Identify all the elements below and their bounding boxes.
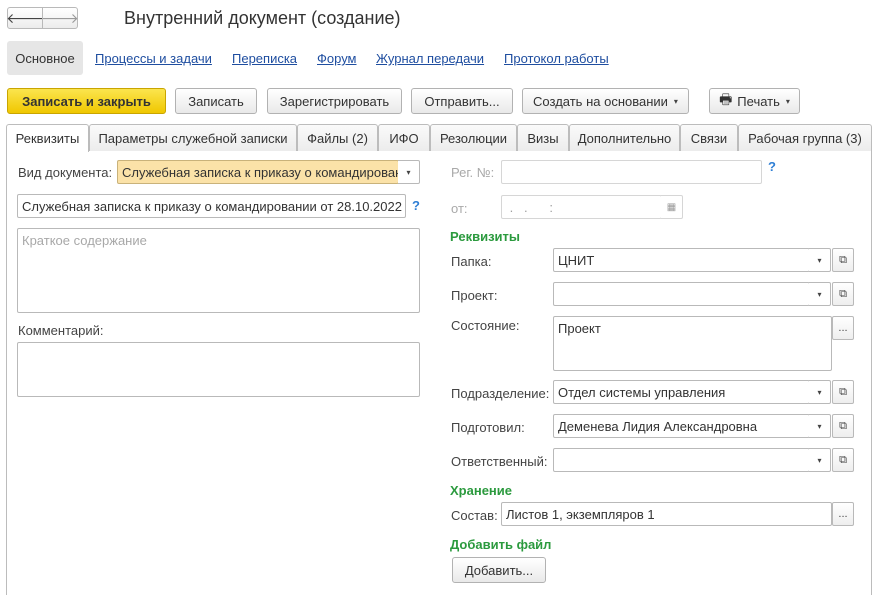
ellipsis-icon: ... xyxy=(838,508,848,520)
summary-placeholder: Краткое содержание xyxy=(22,233,147,248)
add-file-title: Добавить файл xyxy=(450,537,552,552)
requisites-title: Реквизиты xyxy=(450,229,520,244)
prepared-by-open-button[interactable]: ⧉ xyxy=(832,414,854,438)
section-processes[interactable]: Процессы и задачи xyxy=(95,51,212,66)
chevron-down-icon: ▾ xyxy=(817,255,822,265)
section-correspondence[interactable]: Переписка xyxy=(232,51,297,66)
comment-label: Комментарий: xyxy=(18,323,104,338)
doc-name-field[interactable]: Служебная записка к приказу о командиров… xyxy=(17,194,406,218)
chevron-down-icon: ▾ xyxy=(817,289,822,299)
tab-visas[interactable]: Визы xyxy=(517,124,569,151)
tab-resolutions[interactable]: Резолюции xyxy=(430,124,517,151)
state-field[interactable]: Проект xyxy=(553,316,832,371)
reg-number-label: Рег. №: xyxy=(451,165,495,180)
tab-memo-params[interactable]: Параметры служебной записки xyxy=(89,124,297,151)
folder-field[interactable]: ЦНИТ xyxy=(553,248,810,272)
doc-type-field[interactable]: Служебная записка к приказу о командиров… xyxy=(117,160,399,184)
open-icon: ⧉ xyxy=(839,287,847,300)
chevron-down-icon: ▾ xyxy=(817,421,822,431)
register-button[interactable]: Зарегистрировать xyxy=(267,88,402,114)
print-button[interactable]: 🖶 Печать ▾ xyxy=(709,88,800,114)
department-open-button[interactable]: ⧉ xyxy=(832,380,854,404)
comment-textarea[interactable] xyxy=(17,342,420,397)
state-label: Состояние: xyxy=(451,318,520,333)
tab-links[interactable]: Связи xyxy=(680,124,738,151)
create-based-on-button[interactable]: Создать на основании ▾ xyxy=(522,88,689,114)
arrow-right-icon: 🡒 xyxy=(41,9,79,26)
responsible-label: Ответственный: xyxy=(451,454,548,469)
doc-type-label: Вид документа: xyxy=(18,165,113,180)
project-open-button[interactable]: ⧉ xyxy=(832,282,854,306)
tab-requisites[interactable]: Реквизиты xyxy=(6,124,89,152)
help-icon[interactable]: ? xyxy=(768,159,776,174)
save-and-close-button[interactable]: Записать и закрыть xyxy=(7,88,166,114)
page-title: Внутренний документ (создание) xyxy=(124,8,401,28)
composition-select-button[interactable]: ... xyxy=(832,502,854,526)
tab-files[interactable]: Файлы (2) xyxy=(297,124,378,151)
folder-open-button[interactable]: ⧉ xyxy=(832,248,854,272)
create-based-on-label: Создать на основании xyxy=(533,93,668,109)
chevron-down-icon: ▾ xyxy=(673,96,678,106)
project-label: Проект: xyxy=(451,288,498,303)
section-transfer-log[interactable]: Журнал передачи xyxy=(376,51,484,66)
open-icon: ⧉ xyxy=(839,385,847,398)
section-main[interactable]: Основное xyxy=(7,41,83,75)
tab-ifo[interactable]: ИФО xyxy=(378,124,430,151)
save-button[interactable]: Записать xyxy=(175,88,257,114)
help-icon[interactable]: ? xyxy=(412,198,420,213)
storage-title: Хранение xyxy=(450,483,512,498)
prepared-by-dropdown[interactable]: ▾ xyxy=(809,414,831,438)
composition-label: Состав: xyxy=(451,508,498,523)
print-label: Печать xyxy=(737,93,780,109)
calendar-button[interactable]: ▦ xyxy=(661,195,683,219)
responsible-field[interactable] xyxy=(553,448,810,472)
chevron-down-icon: ▾ xyxy=(406,167,411,177)
forward-button[interactable]: 🡒 xyxy=(41,7,79,29)
summary-textarea[interactable]: Краткое содержание xyxy=(17,228,420,313)
ellipsis-icon: ... xyxy=(838,322,848,334)
open-icon: ⧉ xyxy=(839,453,847,466)
date-field[interactable]: . . : xyxy=(501,195,662,219)
prepared-by-label: Подготовил: xyxy=(451,420,525,435)
department-dropdown[interactable]: ▾ xyxy=(809,380,831,404)
project-field[interactable] xyxy=(553,282,810,306)
open-icon: ⧉ xyxy=(839,253,847,266)
tab-additional[interactable]: Дополнительно xyxy=(569,124,680,151)
arrow-left-icon: 🡐 xyxy=(6,9,44,26)
reg-number-field[interactable] xyxy=(501,160,762,184)
doc-type-dropdown[interactable]: ▾ xyxy=(398,160,420,184)
state-select-button[interactable]: ... xyxy=(832,316,854,340)
tab-workgroup[interactable]: Рабочая группа (3) xyxy=(738,124,872,151)
back-button[interactable]: 🡐 xyxy=(6,7,44,29)
department-field[interactable]: Отдел системы управления xyxy=(553,380,810,404)
chevron-down-icon: ▾ xyxy=(817,387,822,397)
add-file-button[interactable]: Добавить... xyxy=(452,557,546,583)
calendar-icon: ▦ xyxy=(666,201,677,213)
folder-label: Папка: xyxy=(451,254,492,269)
section-forum[interactable]: Форум xyxy=(317,51,357,66)
folder-dropdown[interactable]: ▾ xyxy=(809,248,831,272)
composition-field[interactable]: Листов 1, экземпляров 1 xyxy=(501,502,832,526)
responsible-dropdown[interactable]: ▾ xyxy=(809,448,831,472)
printer-icon: 🖶 xyxy=(719,91,733,107)
open-icon: ⧉ xyxy=(839,419,847,432)
section-work-log[interactable]: Протокол работы xyxy=(504,51,609,66)
chevron-down-icon: ▾ xyxy=(817,455,822,465)
date-label: от: xyxy=(451,201,468,216)
send-button[interactable]: Отправить... xyxy=(411,88,513,114)
project-dropdown[interactable]: ▾ xyxy=(809,282,831,306)
chevron-down-icon: ▾ xyxy=(785,96,790,106)
department-label: Подразделение: xyxy=(451,386,550,401)
prepared-by-field[interactable]: Деменева Лидия Александровна xyxy=(553,414,810,438)
responsible-open-button[interactable]: ⧉ xyxy=(832,448,854,472)
